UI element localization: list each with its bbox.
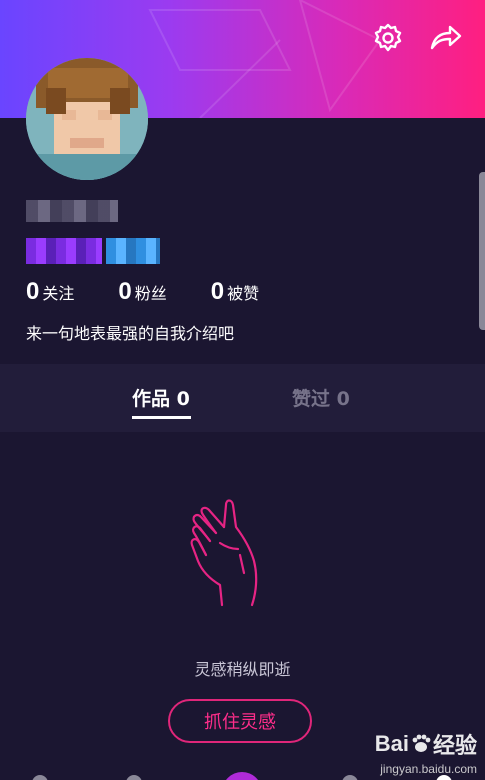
likes-label: 被赞 bbox=[227, 284, 260, 303]
active-tab-indicator bbox=[132, 416, 191, 419]
likes-stat[interactable]: 0 被赞 bbox=[211, 278, 259, 306]
watermark-brand-cn: 经验 bbox=[432, 733, 477, 758]
tab-liked[interactable]: 赞过 0 bbox=[292, 384, 350, 411]
empty-state-message: 灵感稍纵即逝 bbox=[194, 660, 291, 679]
side-scroll-handle[interactable] bbox=[479, 172, 485, 330]
fans-count: 0 bbox=[118, 278, 132, 305]
content-tabs: 作品 0 赞过 0 bbox=[0, 364, 485, 432]
fans-stat[interactable]: 0 粉丝 bbox=[118, 278, 166, 306]
hand-grab-icon bbox=[180, 495, 270, 611]
baidu-jingyan-watermark: Bai 经验 jingyan.baidu.com bbox=[375, 728, 477, 776]
watermark-brand: Bai bbox=[374, 731, 409, 756]
share-arrow-icon[interactable] bbox=[426, 18, 466, 58]
level-badge bbox=[26, 238, 102, 264]
likes-count: 0 bbox=[210, 278, 225, 305]
fans-label: 粉丝 bbox=[134, 284, 167, 303]
paw-icon bbox=[412, 734, 431, 752]
following-stat[interactable]: 0 关注 bbox=[26, 278, 74, 306]
avatar[interactable] bbox=[26, 58, 148, 180]
username-blurred bbox=[26, 200, 118, 222]
vip-badge bbox=[106, 238, 160, 264]
tab-works[interactable]: 作品 0 bbox=[132, 384, 190, 411]
profile-page: 0 关注 0 粉丝 0 被赞 来一句地表最强的自我介绍吧 作品 0 赞过 0 灵… bbox=[0, 0, 485, 780]
profile-stats: 0 关注 0 粉丝 0 被赞 bbox=[26, 278, 303, 306]
following-label: 关注 bbox=[42, 284, 75, 303]
gear-icon[interactable] bbox=[368, 18, 408, 58]
watermark-url: jingyan.baidu.com bbox=[380, 762, 477, 776]
bio-text[interactable]: 来一句地表最强的自我介绍吧 bbox=[26, 320, 234, 344]
following-count: 0 bbox=[26, 278, 40, 305]
grab-inspiration-button[interactable]: 抓住灵感 bbox=[168, 699, 312, 743]
